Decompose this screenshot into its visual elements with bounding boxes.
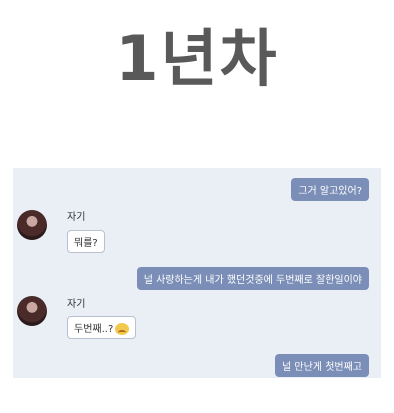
message-text: 두번째..?	[74, 324, 114, 335]
page-title: 1년차	[115, 22, 279, 95]
message-text: 널 만난게 첫번째고	[282, 362, 362, 373]
avatar[interactable]	[17, 210, 47, 240]
sender-name: 자기	[67, 212, 86, 223]
message-text: 그거 알고있어?	[298, 186, 362, 197]
chat-panel: 그거 알고있어? 자기 뭐를? 널 사랑하는게 내가 했던것중에 두번째로 잘한…	[13, 168, 381, 378]
message-outgoing[interactable]: 널 만난게 첫번째고	[275, 354, 369, 377]
sender-name: 자기	[67, 299, 86, 310]
message-text: 널 사랑하는게 내가 했던것중에 두번째로 잘한일이야	[143, 275, 362, 286]
message-outgoing[interactable]: 널 사랑하는게 내가 했던것중에 두번째로 잘한일이야	[136, 267, 369, 290]
message-text: 뭐를?	[74, 238, 98, 249]
crying-laughing-emoji-icon	[115, 323, 130, 335]
avatar[interactable]	[17, 296, 47, 326]
message-outgoing[interactable]: 그거 알고있어?	[291, 178, 369, 201]
message-incoming[interactable]: 뭐를?	[67, 230, 105, 253]
message-incoming[interactable]: 두번째..?	[67, 316, 137, 339]
